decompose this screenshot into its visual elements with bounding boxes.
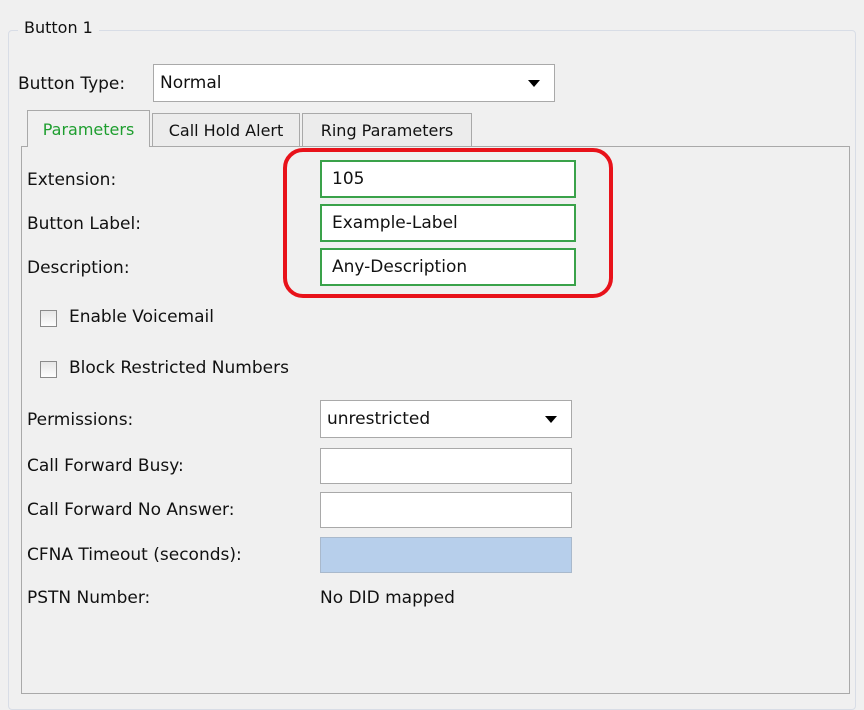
button-type-value: Normal <box>160 73 222 93</box>
dropdown-arrow-icon <box>545 415 557 423</box>
permissions-label: Permissions: <box>27 410 134 430</box>
cfna-timeout-input <box>320 537 572 573</box>
extension-label: Extension: <box>27 170 117 190</box>
button-type-select[interactable]: Normal <box>153 64 555 102</box>
call-forward-busy-input[interactable] <box>320 448 572 484</box>
permissions-value: unrestricted <box>327 409 431 429</box>
enable-voicemail-label: Enable Voicemail <box>69 307 214 327</box>
cfna-timeout-label: CFNA Timeout (seconds): <box>27 545 242 565</box>
button-type-label: Button Type: <box>18 74 126 94</box>
call-forward-no-answer-label: Call Forward No Answer: <box>27 500 235 520</box>
pstn-number-label: PSTN Number: <box>27 588 151 608</box>
call-forward-no-answer-input[interactable] <box>320 492 572 528</box>
pstn-number-value: No DID mapped <box>320 588 455 608</box>
description-label: Description: <box>27 258 130 278</box>
enable-voicemail-checkbox[interactable] <box>40 310 57 327</box>
block-restricted-label: Block Restricted Numbers <box>69 358 289 378</box>
highlight-outline <box>283 148 613 298</box>
call-forward-busy-label: Call Forward Busy: <box>27 456 184 476</box>
block-restricted-checkbox[interactable] <box>40 361 57 378</box>
tab-call-hold-alert[interactable]: Call Hold Alert <box>152 113 300 147</box>
group-title: Button 1 <box>18 18 99 37</box>
permissions-select[interactable]: unrestricted <box>320 400 572 438</box>
tab-parameters[interactable]: Parameters <box>27 110 150 147</box>
tab-ring-parameters[interactable]: Ring Parameters <box>302 113 472 147</box>
button-label-label: Button Label: <box>27 214 141 234</box>
dropdown-arrow-icon <box>528 79 540 87</box>
